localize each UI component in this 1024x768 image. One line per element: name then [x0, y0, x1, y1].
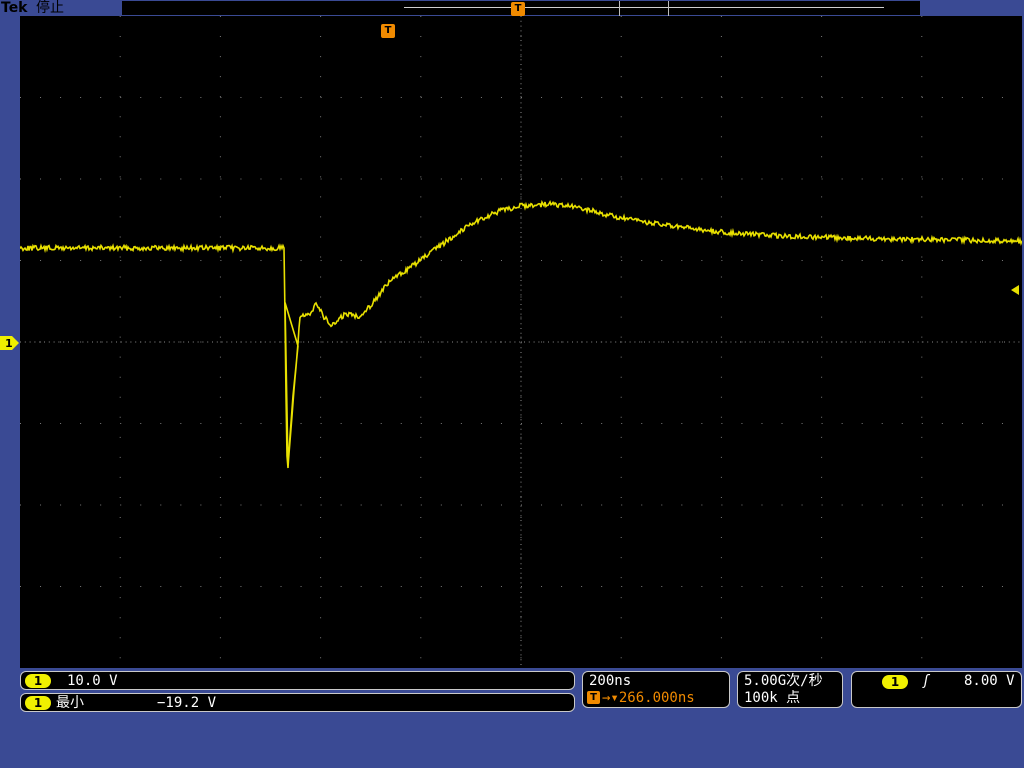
ch1-ground-marker-icon[interactable]: 1 [0, 335, 20, 351]
sample-readout[interactable]: 5.00G次/秒 100k 点 [737, 671, 843, 708]
trigger-readout[interactable]: 1 ʃ 8.00 V [851, 671, 1022, 708]
record-view-bracket [619, 1, 669, 17]
ch1-marker-label: 1 [5, 337, 13, 350]
graticule-grid [20, 16, 1022, 668]
ch1-badge: 1 [882, 675, 908, 689]
status-bar: Tek 停止 T [0, 0, 1024, 17]
ch1-badge: 1 [25, 674, 51, 688]
measurement-value: −19.2 V [157, 695, 217, 711]
sample-rate: 5.00G次/秒 [744, 673, 823, 689]
acquisition-state: 停止 [36, 0, 64, 16]
graticule-svg [20, 16, 1022, 668]
trigger-delay-icon: T [587, 691, 600, 704]
waveform-display[interactable] [20, 16, 1022, 668]
ch1-badge: 1 [25, 696, 51, 710]
trigger-t-icon[interactable]: T [381, 24, 395, 38]
channel-scale-value: 10.0 V [67, 673, 118, 689]
trigger-delay-value: →▾266.000ns [602, 690, 695, 706]
channel-scale-readout[interactable]: 1 10.0 V [20, 671, 575, 690]
brand-logo: Tek [1, 0, 28, 16]
trigger-position-marker-icon[interactable]: T [511, 2, 525, 16]
timebase-scale: 200ns [589, 673, 632, 689]
timebase-readout[interactable]: 200ns T →▾266.000ns [582, 671, 730, 708]
trigger-level-value: 8.00 V [964, 673, 1015, 689]
trigger-level-arrow-icon [1011, 285, 1019, 295]
measurement-readout[interactable]: 1 最小 −19.2 V [20, 693, 575, 712]
record-length: 100k 点 [744, 690, 801, 706]
measurement-label: 最小 [56, 695, 84, 711]
rising-edge-icon: ʃ [922, 673, 931, 689]
